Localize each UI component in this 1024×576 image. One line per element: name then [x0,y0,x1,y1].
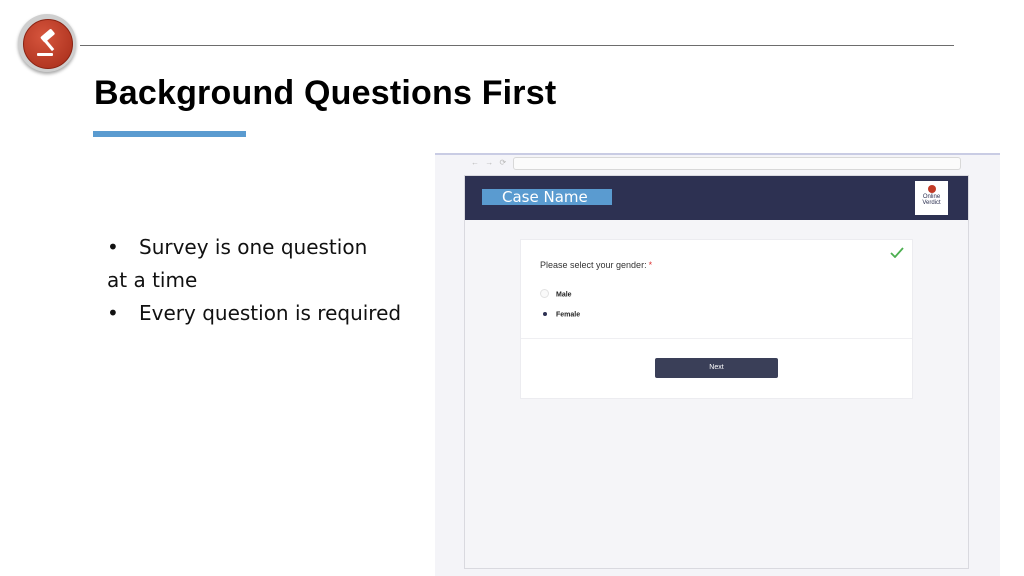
option-label-female: Female [556,311,581,319]
bullet-item: • Every question is required [107,297,427,330]
app-header: Case Name Online Verdict [465,176,968,220]
bullet-text: Every question is required [139,301,402,325]
gender-option-male[interactable]: Male [540,289,572,300]
case-name-label: Case Name [482,189,612,205]
slide-title: Background Questions First [94,74,557,112]
survey-app: Case Name Online Verdict Please select y… [464,175,969,569]
brand-name-line2: Verdict [922,200,941,206]
survey-screenshot: ← → ⟳ Case Name Online Verdict Please se… [435,153,1000,576]
gender-option-female[interactable]: Female [540,309,581,320]
bullet-glyph: • [107,301,119,325]
bullet-text: Survey is one question [139,235,368,259]
option-label-male: Male [556,291,572,299]
bullet-glyph: • [107,235,119,259]
question-card: Please select your gender: * Male Female … [520,239,913,399]
bullet-item: • Survey is one question [107,231,427,264]
browser-nav-icons[interactable]: ← → ⟳ [471,158,508,167]
question-text: Please select your gender: [540,260,647,270]
title-underline [93,131,246,137]
radio-male[interactable] [540,289,549,298]
required-marker: * [648,260,653,270]
gavel-logo [18,14,76,72]
brand-mark-icon [927,185,936,193]
header-divider [80,45,954,46]
gavel-icon [23,19,73,69]
browser-toolbar: ← → ⟳ [435,155,1000,173]
checkmark-icon [890,247,904,258]
radio-female[interactable] [540,309,549,318]
card-divider [521,338,912,339]
address-bar[interactable] [513,157,961,170]
bullet-continuation: at a time [107,268,198,292]
question-label: Please select your gender: * [540,260,652,270]
next-button[interactable]: Next [655,358,778,378]
online-verdict-logo: Online Verdict [915,181,948,215]
bullet-list: • Survey is one question at a time • Every… [107,231,427,330]
